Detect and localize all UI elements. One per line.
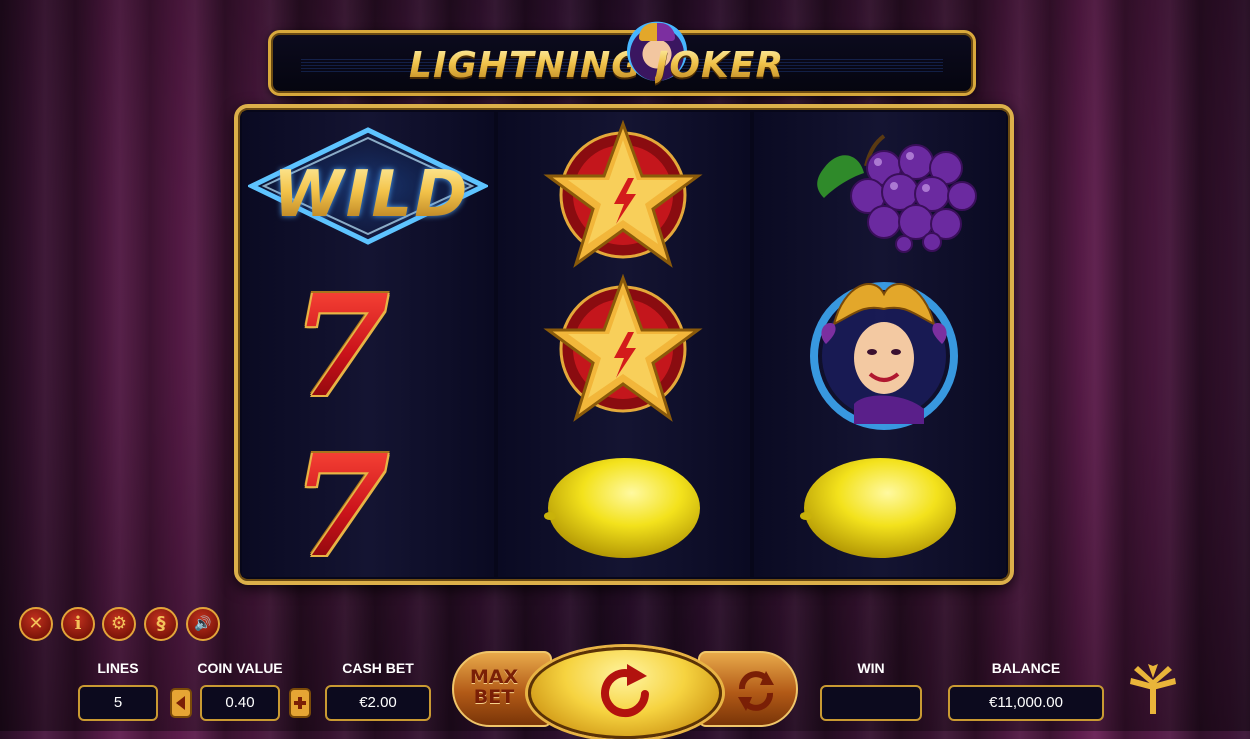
game-title-banner: LIGHTNING JOKER	[268, 21, 976, 96]
settings-icon[interactable]: ⚙	[102, 607, 136, 641]
max-bet-label-line2: BET	[473, 686, 515, 708]
reel-1: WILD 7 7	[242, 112, 494, 577]
cash-bet-label: CASH BET	[342, 660, 414, 676]
max-bet-label-line1: MAX	[469, 666, 519, 688]
wild-text: WILD	[273, 158, 470, 232]
balance-value: €11,000.00	[948, 685, 1104, 721]
wild-symbol: WILD	[246, 126, 490, 246]
coin-increase-button[interactable]	[289, 688, 311, 718]
info-icon[interactable]: i	[61, 607, 95, 641]
win-value	[820, 685, 922, 721]
autoplay-icon	[738, 671, 774, 711]
balance-label: BALANCE	[991, 660, 1061, 676]
sound-icon[interactable]: 🔊	[186, 607, 220, 641]
lines-value: 5	[78, 685, 158, 721]
max-bet-label: MAX BET	[464, 667, 524, 707]
seven-symbol: 7	[292, 277, 492, 427]
spin-icon	[601, 664, 649, 718]
seven-symbol: 7	[292, 425, 492, 585]
star-symbol	[543, 120, 703, 268]
coin-value-label: COIN VALUE	[197, 660, 283, 676]
spin-button[interactable]	[528, 647, 722, 739]
cash-bet-value: €2.00	[325, 685, 431, 721]
grapes-symbol	[817, 134, 977, 253]
provider-logo-icon	[1130, 664, 1176, 714]
seven-text: 7	[292, 425, 390, 585]
coin-decrease-button[interactable]	[170, 688, 192, 718]
spin-controls: MAX BET	[452, 647, 798, 739]
lemon-symbol	[544, 458, 700, 558]
game-title-right: JOKER	[655, 45, 785, 86]
paytable-icon[interactable]: §	[144, 607, 178, 641]
star-symbol	[543, 274, 703, 422]
game-title-left: LIGHTNING	[409, 45, 642, 86]
joker-symbol	[810, 282, 958, 430]
lines-label: LINES	[97, 660, 139, 676]
reel-area: WILD 7 7	[234, 104, 1014, 585]
win-label: WIN	[857, 660, 885, 676]
reel-3	[754, 112, 1006, 577]
close-icon[interactable]: ✕	[19, 607, 53, 641]
reel-2	[498, 112, 750, 577]
coin-value-field: 0.40	[200, 685, 280, 721]
seven-text: 7	[292, 265, 390, 429]
lemon-symbol	[800, 458, 956, 558]
